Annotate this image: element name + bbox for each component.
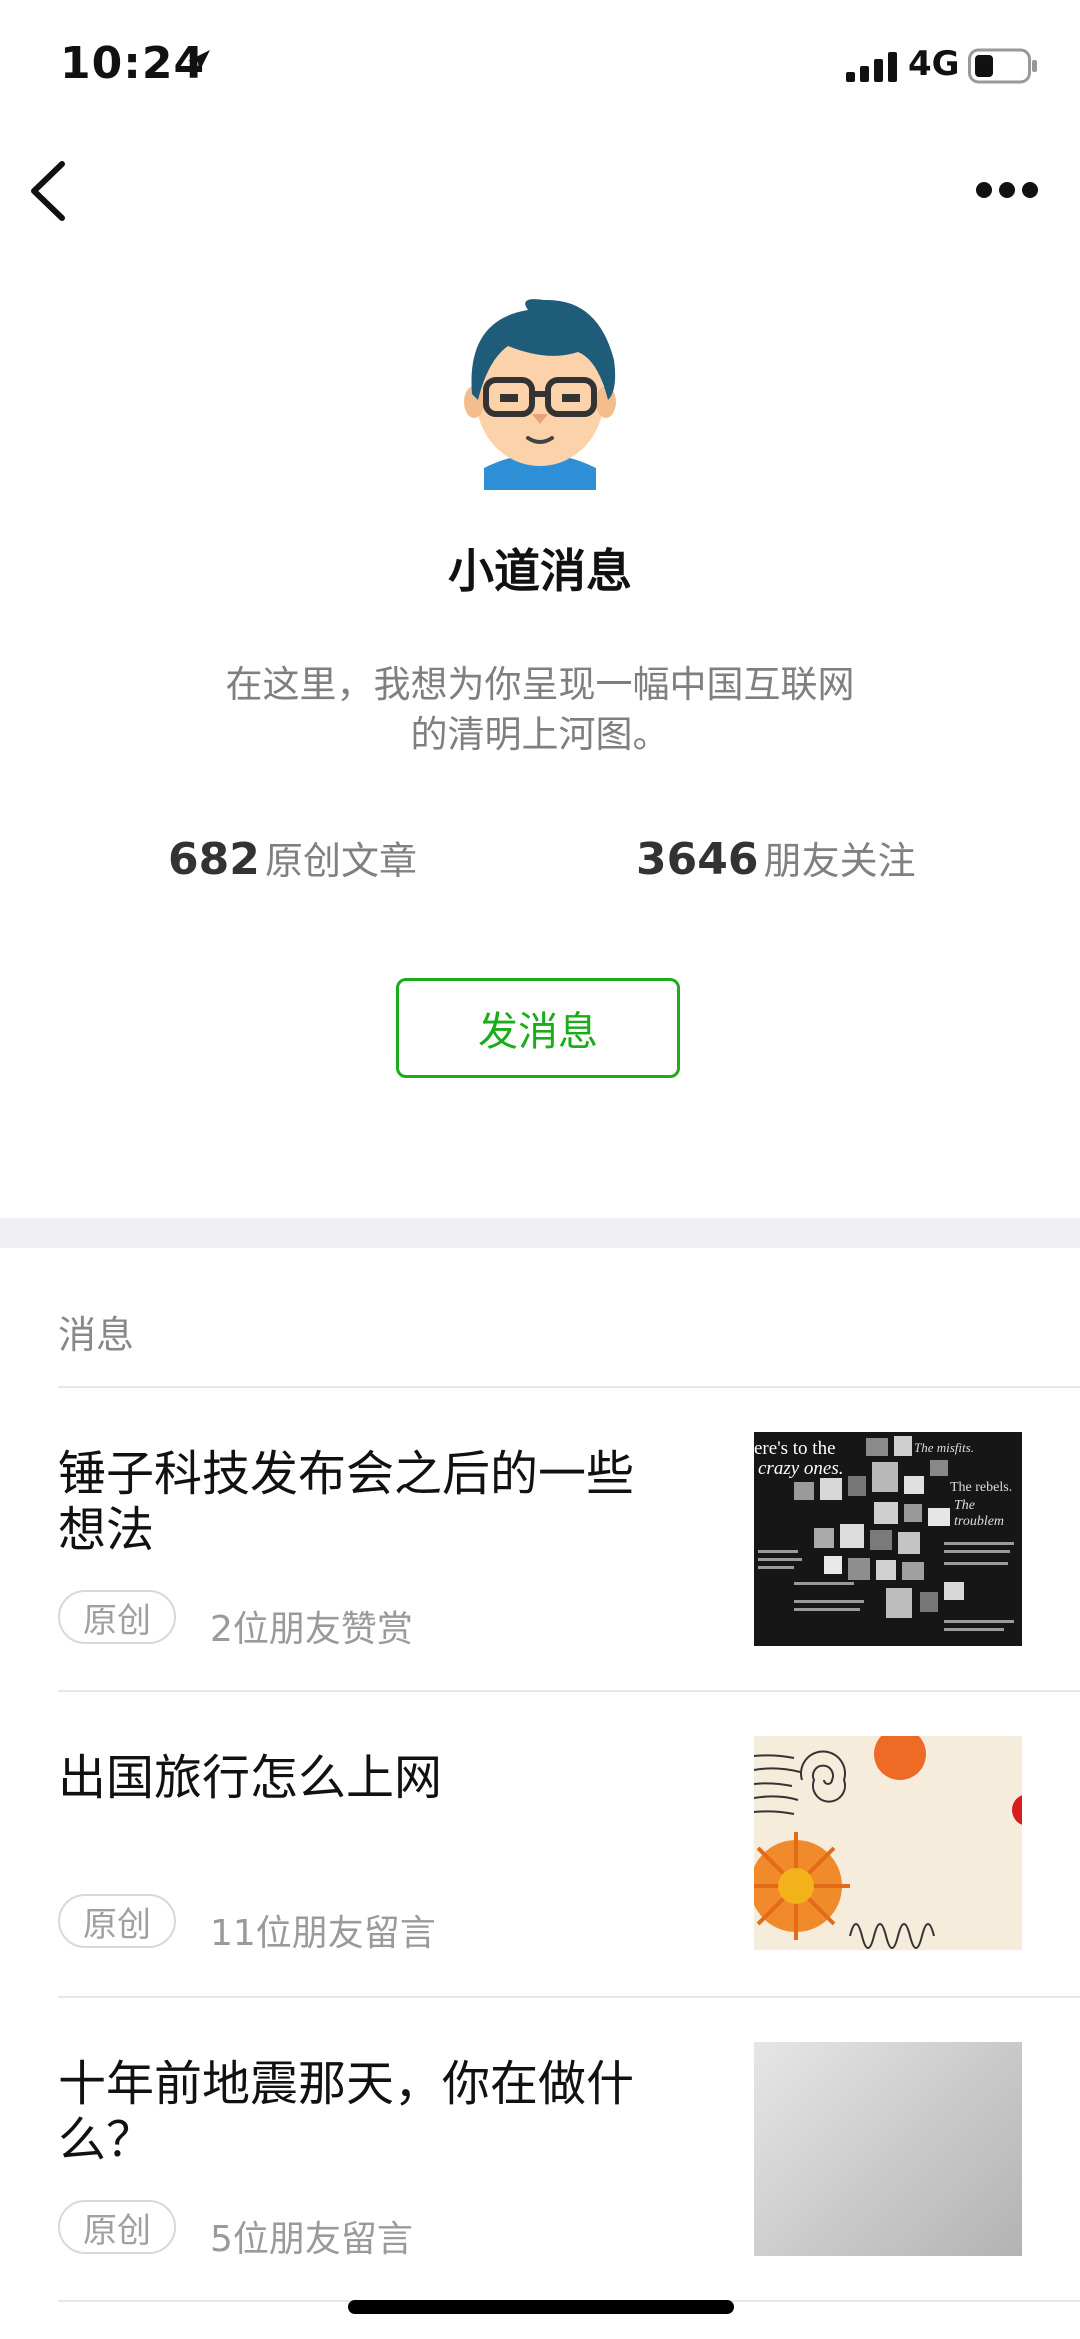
- article-item[interactable]: 出国旅行怎么上网 原创 11位朋友留言: [0, 1692, 1080, 1996]
- article-thumbnail[interactable]: [754, 2042, 1022, 2256]
- original-badge: 原创: [58, 1894, 176, 1948]
- account-name: 小道消息: [448, 544, 632, 598]
- article-meta: 5位朋友留言: [210, 2219, 413, 2260]
- battery-icon: [968, 48, 1037, 84]
- stat-number: 682: [168, 834, 260, 885]
- friends-following-stat: 3646 朋友关注: [636, 830, 916, 885]
- description-line: 的清明上河图。: [410, 713, 670, 756]
- article-item[interactable]: 锤子科技发布会之后的一些想法 原创 2位朋友赞赏 ere's to the cr…: [0, 1388, 1080, 1690]
- article-item[interactable]: 十年前地震那天，你在做什么？ 原创 5位朋友留言: [0, 1998, 1080, 2302]
- account-description: 在这里，我想为你呈现一幅中国互联网 的清明上河图。: [180, 660, 900, 760]
- article-meta: 2位朋友赞赏: [210, 1609, 413, 1650]
- article-thumbnail[interactable]: ere's to the crazy ones. The misfits. Th…: [754, 1432, 1022, 1646]
- stat-label: 朋友关注: [763, 839, 916, 883]
- section-divider: [0, 1218, 1080, 1248]
- stat-label: 原创文章: [264, 839, 417, 883]
- signal-strength-icon: [846, 52, 897, 82]
- network-type: 4G: [908, 44, 960, 84]
- original-articles-stat: 682 原创文章: [168, 830, 417, 885]
- original-badge: 原创: [58, 1590, 176, 1644]
- home-indicator[interactable]: [348, 2300, 734, 2314]
- original-badge: 原创: [58, 2200, 176, 2254]
- back-arrow-icon[interactable]: [24, 158, 68, 224]
- location-arrow-icon: [188, 50, 210, 72]
- thumbnail-photo-collage: [758, 1436, 1014, 1631]
- send-message-button[interactable]: 发消息: [396, 978, 680, 1078]
- description-line: 在这里，我想为你呈现一幅中国互联网: [225, 663, 855, 706]
- account-avatar: [464, 299, 616, 490]
- article-title[interactable]: 十年前地震那天，你在做什么？: [58, 2056, 678, 2168]
- article-meta: 11位朋友留言: [210, 1913, 436, 1954]
- more-options-icon[interactable]: [974, 180, 1040, 200]
- section-title: 消息: [58, 1313, 135, 1357]
- article-title[interactable]: 锤子科技发布会之后的一些想法: [58, 1446, 678, 1558]
- stat-number: 3646: [636, 834, 759, 885]
- article-title[interactable]: 出国旅行怎么上网: [58, 1750, 678, 1806]
- article-thumbnail[interactable]: [754, 1736, 1022, 1950]
